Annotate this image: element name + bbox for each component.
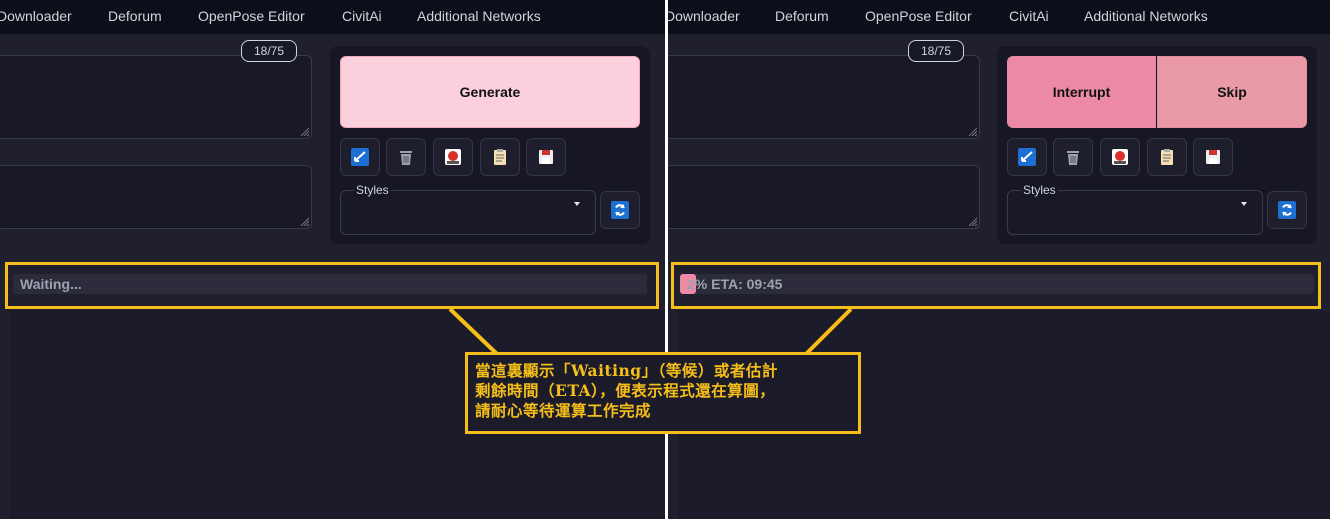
refresh-icon — [611, 201, 629, 219]
tab-deforum[interactable]: Deforum — [108, 8, 162, 24]
token-counter: 18/75 — [241, 40, 297, 62]
tab-civitai[interactable]: CivitAi — [342, 8, 382, 24]
save-style-button[interactable] — [1193, 138, 1233, 176]
tab-deforum[interactable]: Deforum — [775, 8, 829, 24]
image-icon — [445, 149, 461, 165]
save-icon — [1206, 150, 1220, 164]
resize-grip-icon[interactable] — [967, 216, 977, 226]
generate-button[interactable]: Generate — [340, 56, 640, 128]
tab-civitai[interactable]: CivitAi — [1009, 8, 1049, 24]
tab-downloader[interactable]: Downloader — [668, 8, 740, 24]
clipboard-icon — [494, 149, 506, 165]
progress-text: Waiting... — [20, 276, 82, 292]
tab-bar: Downloader Deforum OpenPose Editor Civit… — [0, 0, 665, 34]
refresh-styles-button[interactable] — [1267, 191, 1307, 229]
save-icon — [539, 150, 553, 164]
progress-bar: 2% ETA: 09:45 — [680, 274, 1314, 294]
chevron-down-icon[interactable] — [574, 202, 580, 206]
progress-bar: Waiting... — [13, 274, 647, 294]
callout-line-1: 當這裏顯示「Waiting」（等候）或者估計 — [475, 361, 778, 380]
tab-downloader[interactable]: Downloader — [0, 8, 72, 24]
negative-prompt-input[interactable] — [0, 165, 312, 229]
apply-button[interactable] — [1007, 138, 1047, 176]
tab-additional-networks[interactable]: Additional Networks — [1084, 8, 1208, 24]
save-style-button[interactable] — [526, 138, 566, 176]
paste-button[interactable] — [480, 138, 520, 176]
trash-icon — [1067, 151, 1079, 165]
tab-additional-networks[interactable]: Additional Networks — [417, 8, 541, 24]
trash-icon — [400, 151, 412, 165]
refresh-styles-button[interactable] — [600, 191, 640, 229]
clipboard-icon — [1161, 149, 1173, 165]
clear-button[interactable] — [1053, 138, 1093, 176]
apply-button[interactable] — [340, 138, 380, 176]
left-panel: Downloader Deforum OpenPose Editor Civit… — [0, 0, 665, 519]
resize-grip-icon[interactable] — [967, 126, 977, 136]
clear-button[interactable] — [386, 138, 426, 176]
refresh-icon — [1278, 201, 1296, 219]
prompt-input[interactable] — [668, 55, 980, 139]
show-extra-networks-button[interactable] — [1100, 138, 1140, 176]
styles-label: Styles — [354, 183, 391, 197]
token-counter: 18/75 — [908, 40, 964, 62]
right-panel: Downloader Deforum OpenPose Editor Civit… — [668, 0, 1330, 519]
resize-grip-icon[interactable] — [299, 126, 309, 136]
paste-button[interactable] — [1147, 138, 1187, 176]
annotation-callout: 當這裏顯示「Waiting」（等候）或者估計 剩餘時間（ETA），便表示程式還在… — [465, 352, 861, 434]
interrupt-button[interactable]: Interrupt — [1007, 56, 1156, 128]
negative-prompt-input[interactable] — [668, 165, 980, 229]
resize-grip-icon[interactable] — [299, 216, 309, 226]
skip-button[interactable]: Skip — [1157, 56, 1307, 128]
callout-line-2: 剩餘時間（ETA），便表示程式還在算圖， — [475, 381, 776, 400]
arrow-check-icon — [1018, 148, 1036, 166]
tab-openpose-editor[interactable]: OpenPose Editor — [198, 8, 305, 24]
styles-label: Styles — [1021, 183, 1058, 197]
chevron-down-icon[interactable] — [1241, 202, 1247, 206]
progress-text: 2% ETA: 09:45 — [687, 276, 783, 292]
callout-line-3: 請耐心等待運算工作完成 — [475, 401, 652, 420]
image-icon — [1112, 149, 1128, 165]
tab-bar: Downloader Deforum OpenPose Editor Civit… — [668, 0, 1330, 34]
arrow-check-icon — [351, 148, 369, 166]
tab-openpose-editor[interactable]: OpenPose Editor — [865, 8, 972, 24]
show-extra-networks-button[interactable] — [433, 138, 473, 176]
prompt-input[interactable] — [0, 55, 312, 139]
